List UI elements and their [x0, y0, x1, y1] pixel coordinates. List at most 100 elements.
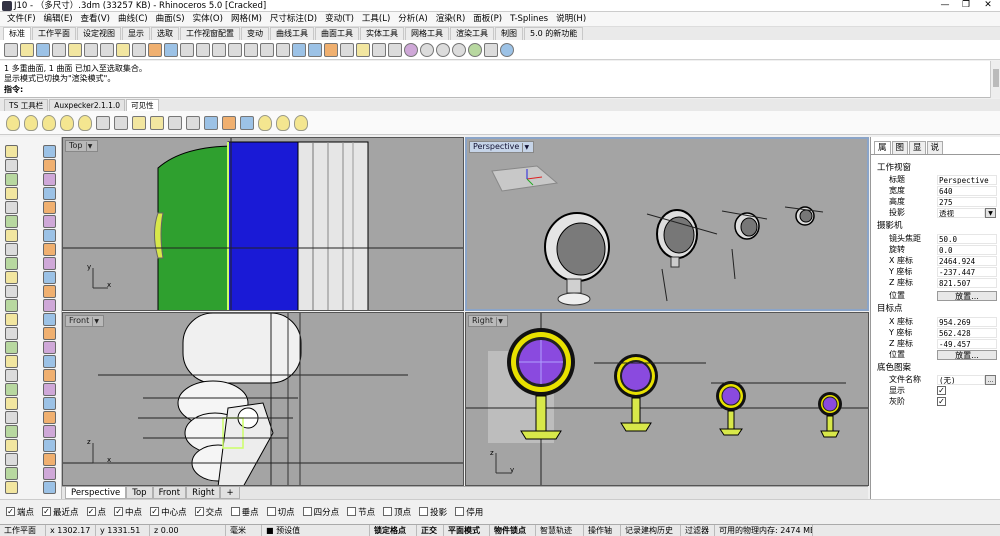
- status-history[interactable]: 记录建构历史: [621, 525, 681, 536]
- chamfer-icon[interactable]: [43, 327, 56, 340]
- field-width[interactable]: 640: [937, 186, 997, 196]
- light-show-all-icon[interactable]: [294, 114, 308, 131]
- checkbox-quad[interactable]: [302, 507, 312, 516]
- status-osnap[interactable]: 物件锁点: [490, 525, 536, 536]
- close-button[interactable]: ✕: [978, 0, 998, 11]
- offset-icon[interactable]: [5, 341, 18, 354]
- field-target-z[interactable]: -49.457: [937, 339, 997, 349]
- boolean-union-icon[interactable]: [5, 313, 18, 326]
- browse-file-button[interactable]: ...: [985, 375, 996, 385]
- select-icon[interactable]: [388, 42, 402, 57]
- panel-tab-properties[interactable]: 属: [874, 141, 891, 154]
- tab-new-in-v5[interactable]: 5.0 的新功能: [524, 27, 584, 40]
- light-on-icon[interactable]: [6, 114, 20, 131]
- chevron-down-icon[interactable]: ▼: [496, 317, 504, 326]
- zoom-extents-icon[interactable]: [212, 42, 226, 57]
- tab-visibility[interactable]: 可见性: [126, 99, 159, 111]
- help-icon[interactable]: [500, 42, 514, 57]
- maximize-button[interactable]: ❐: [956, 0, 976, 11]
- osnap-end[interactable]: ✓ 端点: [6, 506, 34, 518]
- field-height[interactable]: 275: [937, 197, 997, 207]
- import-icon[interactable]: [68, 42, 82, 57]
- copy-icon[interactable]: [43, 383, 56, 396]
- polyline-icon[interactable]: [43, 159, 56, 172]
- lock-selected-icon[interactable]: [132, 115, 146, 130]
- checkbox-near[interactable]: ✓: [42, 507, 52, 516]
- polygon-icon[interactable]: [43, 201, 56, 214]
- undo-icon[interactable]: [132, 42, 146, 57]
- color-wheel-icon[interactable]: [404, 42, 418, 57]
- tab-select[interactable]: 选取: [151, 27, 179, 40]
- checkbox-point[interactable]: ✓: [86, 507, 96, 516]
- status-gumball[interactable]: 操作轴: [584, 525, 621, 536]
- menu-tools[interactable]: 工具(L): [358, 12, 394, 26]
- add-viewport-tab-button[interactable]: +: [220, 487, 240, 499]
- viewport-title-perspective[interactable]: Perspective ▼: [469, 141, 535, 153]
- menu-dimension[interactable]: 尺寸标注(D): [266, 12, 321, 26]
- arc-icon[interactable]: [5, 187, 18, 200]
- viewport-tab-top[interactable]: Top: [126, 487, 153, 499]
- checkbox-disable[interactable]: [455, 507, 465, 516]
- command-scroll-thumb[interactable]: [993, 69, 999, 87]
- render-icon[interactable]: [43, 467, 56, 480]
- checkbox-center[interactable]: ✓: [150, 507, 160, 516]
- layout-icon[interactable]: [5, 467, 18, 480]
- viewport-front[interactable]: z x Front ▼: [62, 312, 464, 486]
- move-icon[interactable]: [5, 383, 18, 396]
- pipe-icon[interactable]: [43, 299, 56, 312]
- cut-icon[interactable]: [84, 42, 98, 57]
- status-smarttrack[interactable]: 智慧轨迹: [536, 525, 584, 536]
- checkbox-project[interactable]: [419, 507, 429, 516]
- sphere-gray-icon[interactable]: [420, 42, 434, 57]
- tab-curve-tools[interactable]: 曲线工具: [270, 27, 314, 40]
- field-target-x[interactable]: 954.269: [937, 317, 997, 327]
- chevron-down-icon[interactable]: ▼: [985, 208, 996, 218]
- extrude-icon[interactable]: [43, 229, 56, 242]
- cone-icon[interactable]: [43, 285, 56, 298]
- light-swap-icon[interactable]: [78, 114, 92, 131]
- light-off-icon[interactable]: [24, 114, 38, 131]
- checkbox-perp[interactable]: [230, 507, 240, 516]
- undo-view-icon[interactable]: [244, 42, 258, 57]
- osnap-point[interactable]: ✓ 点: [86, 506, 106, 518]
- light-toggle-icon[interactable]: [258, 114, 272, 131]
- circle-icon[interactable]: [43, 173, 56, 186]
- lightbulb-icon[interactable]: [356, 42, 370, 57]
- viewport-perspective[interactable]: Perspective ▼: [465, 137, 869, 311]
- sphere-preview-icon[interactable]: [452, 42, 466, 57]
- network-srf-icon[interactable]: [43, 257, 56, 270]
- osnap-knot[interactable]: 节点: [347, 506, 375, 518]
- menu-solid[interactable]: 实体(O): [189, 12, 227, 26]
- camera-place-button[interactable]: 放置...: [937, 291, 997, 301]
- zebra-icon[interactable]: [43, 481, 56, 494]
- trim-icon[interactable]: [43, 355, 56, 368]
- panel-tab-layers[interactable]: 图: [891, 141, 909, 154]
- menu-mesh[interactable]: 网格(M): [227, 12, 266, 26]
- field-target-y[interactable]: 562.428: [937, 328, 997, 338]
- menu-transform[interactable]: 变动(T): [321, 12, 358, 26]
- show-selected-icon[interactable]: [240, 115, 254, 130]
- tab-set-view[interactable]: 设定视图: [77, 27, 121, 40]
- rotate-icon[interactable]: [5, 397, 18, 410]
- dimension-icon[interactable]: [43, 453, 56, 466]
- minimize-button[interactable]: —: [935, 0, 955, 11]
- tab-auxpecker[interactable]: Auxpecker2.1.1.0: [49, 99, 126, 111]
- field-camera-z[interactable]: 821.507: [937, 278, 997, 288]
- status-ortho[interactable]: 正交: [417, 525, 444, 536]
- viewport-title-front[interactable]: Front ▼: [65, 315, 105, 327]
- paste-icon[interactable]: [116, 42, 130, 57]
- isolate-icon[interactable]: [222, 115, 236, 130]
- menu-render[interactable]: 渲染(R): [432, 12, 470, 26]
- hide-points-icon[interactable]: [186, 115, 200, 130]
- osnap-tangent[interactable]: 切点: [266, 506, 295, 518]
- checkbox-end[interactable]: ✓: [6, 507, 15, 516]
- new-file-icon[interactable]: [4, 42, 18, 57]
- chevron-down-icon[interactable]: ▼: [85, 142, 94, 151]
- osnap-near[interactable]: ✓ 最近点: [42, 506, 79, 518]
- curve-icon[interactable]: [5, 173, 18, 186]
- tab-mesh-tools[interactable]: 网格工具: [405, 27, 449, 40]
- tab-standard[interactable]: 标准: [3, 27, 31, 40]
- array-icon[interactable]: [43, 411, 56, 424]
- field-lens[interactable]: 50.0: [937, 234, 997, 244]
- osnap-disable[interactable]: 停用: [455, 506, 483, 518]
